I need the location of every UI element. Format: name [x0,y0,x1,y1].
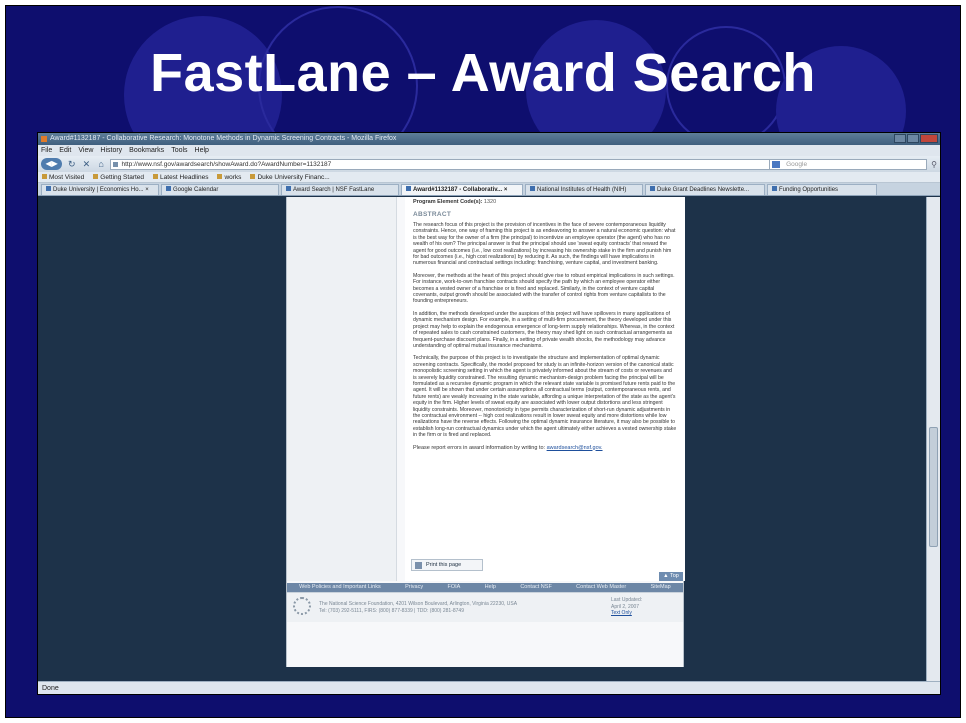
program-element-label: Program Element Code(s): [413,199,483,205]
minimize-button[interactable] [894,134,906,143]
tab-duke-grant-deadlines[interactable]: Duke Grant Deadlines Newslette... [645,184,765,195]
scrollbar-thumb[interactable] [929,427,938,547]
print-page-button[interactable]: Print this page [411,559,483,571]
footer-link-privacy[interactable]: Privacy [405,583,423,592]
window-titlebar: Award#1132187 - Collaborative Research: … [38,133,940,145]
search-input[interactable]: Google [769,158,928,170]
bookmark-most-visited[interactable]: Most Visited [42,172,84,182]
print-label: Print this page [426,562,462,568]
abstract-paragraph: The research focus of this project is th… [413,222,676,267]
text-only-link[interactable]: Text Only [611,610,632,616]
menu-view[interactable]: View [78,145,93,156]
tab-duke-economics[interactable]: Duke University | Economics Ho... × [41,184,159,195]
tab-award-1132187[interactable]: Award#1132187 - Collaborativ... × [401,184,523,195]
footer-link-web-policies[interactable]: Web Policies and Important Links [299,583,381,592]
footer-link-contact-nsf[interactable]: Contact NSF [520,583,551,592]
footer-links: Web Policies and Important Links Privacy… [287,583,683,592]
stop-icon[interactable]: ✕ [81,159,92,170]
footer-link-help[interactable]: Help [485,583,496,592]
menu-history[interactable]: History [100,145,122,156]
url-text: http://www.nsf.gov/awardsearch/showAward… [121,160,332,168]
report-text: Please report errors in award informatio… [413,444,546,451]
bookmark-works[interactable]: works [217,172,241,182]
menu-tools[interactable]: Tools [171,145,187,156]
search-engine-icon[interactable] [772,160,781,168]
program-element-value: 1320 [483,199,497,205]
bookmark-duke-finance[interactable]: Duke University Financ... [250,172,329,182]
window-title: Award#1132187 - Collaborative Research: … [50,135,397,142]
search-placeholder: Google [786,160,808,168]
tab-nih[interactable]: National Institutes of Health (NIH) [525,184,643,195]
footer-link-contact-webmaster[interactable]: Contact Web Master [576,583,626,592]
footer-address: The National Science Foundation, 4201 Wi… [319,601,518,607]
abstract-paragraph: Technically, the purpose of this project… [413,355,677,439]
report-email-link[interactable]: awardsearch@nsf.gov. [547,445,603,451]
navigation-bar: ◀▶ ↻ ✕ ⌂ http://www.nsf.gov/awardsearch/… [38,156,940,172]
browser-window: Award#1132187 - Collaborative Research: … [37,132,941,695]
site-identity-icon[interactable] [113,161,119,167]
footer-phones: Tel: (703) 292-5111, FIRS: (800) 877-833… [319,608,464,614]
back-button[interactable]: ◀▶ [41,158,63,170]
left-column [287,197,397,581]
status-bar: Done [38,681,940,694]
maximize-button[interactable] [907,134,919,143]
tab-award-search[interactable]: Award Search | NSF FastLane [281,184,399,195]
footer-link-sitemap[interactable]: SiteMap [651,583,671,592]
tab-google-calendar[interactable]: Google Calendar [161,184,279,195]
favicon-icon [41,136,47,142]
slide: FastLane – Award Search Award#1132187 - … [5,5,961,718]
menu-help[interactable]: Help [195,145,209,156]
bookmarks-toolbar: Most Visited Getting Started Latest Head… [38,172,940,183]
top-button[interactable]: ▲ Top [659,572,683,581]
abstract-paragraph: In addition, the methods developed under… [413,310,675,349]
footer-updated-label: Last Updated: [611,597,643,603]
window-controls [894,134,938,143]
menu-bookmarks[interactable]: Bookmarks [129,145,164,156]
footer-address-block: The National Science Foundation, 4201 Wi… [319,601,589,615]
menu-file[interactable]: File [41,145,52,156]
reload-icon[interactable]: ↻ [66,159,77,170]
tab-strip: Duke University | Economics Ho... × Goog… [38,183,940,196]
printer-icon [415,562,422,569]
page-viewport: Program Element Code(s): 1320 ABSTRACT T… [38,197,928,683]
program-element-row: Program Element Code(s): 1320 [413,199,677,205]
home-icon[interactable]: ⌂ [96,159,107,169]
report-errors: Please report errors in award informatio… [413,445,677,451]
search-icon[interactable]: ⚲ [931,160,937,169]
nsf-logo-icon [293,597,311,615]
vertical-scrollbar[interactable] [926,197,940,683]
award-page: Program Element Code(s): 1320 ABSTRACT T… [286,197,685,667]
close-button[interactable] [920,134,938,143]
menu-edit[interactable]: Edit [59,145,71,156]
footer-info: The National Science Foundation, 4201 Wi… [287,592,683,622]
bookmark-latest-headlines[interactable]: Latest Headlines [153,172,208,182]
footer-link-foia[interactable]: FOIA [447,583,460,592]
tab-funding-opportunities[interactable]: Funding Opportunities [767,184,877,195]
award-content: Program Element Code(s): 1320 ABSTRACT T… [405,197,685,581]
url-bar[interactable]: http://www.nsf.gov/awardsearch/showAward… [110,158,772,170]
bookmark-getting-started[interactable]: Getting Started [93,172,144,182]
abstract-paragraph: Moreover, the methods at the heart of th… [413,272,675,305]
menu-bar: File Edit View History Bookmarks Tools H… [38,145,940,156]
footer-updated-block: Last Updated: April 2, 2007 Text Only [611,597,642,617]
abstract-heading: ABSTRACT [413,211,452,218]
slide-title: FastLane – Award Search [150,43,816,103]
